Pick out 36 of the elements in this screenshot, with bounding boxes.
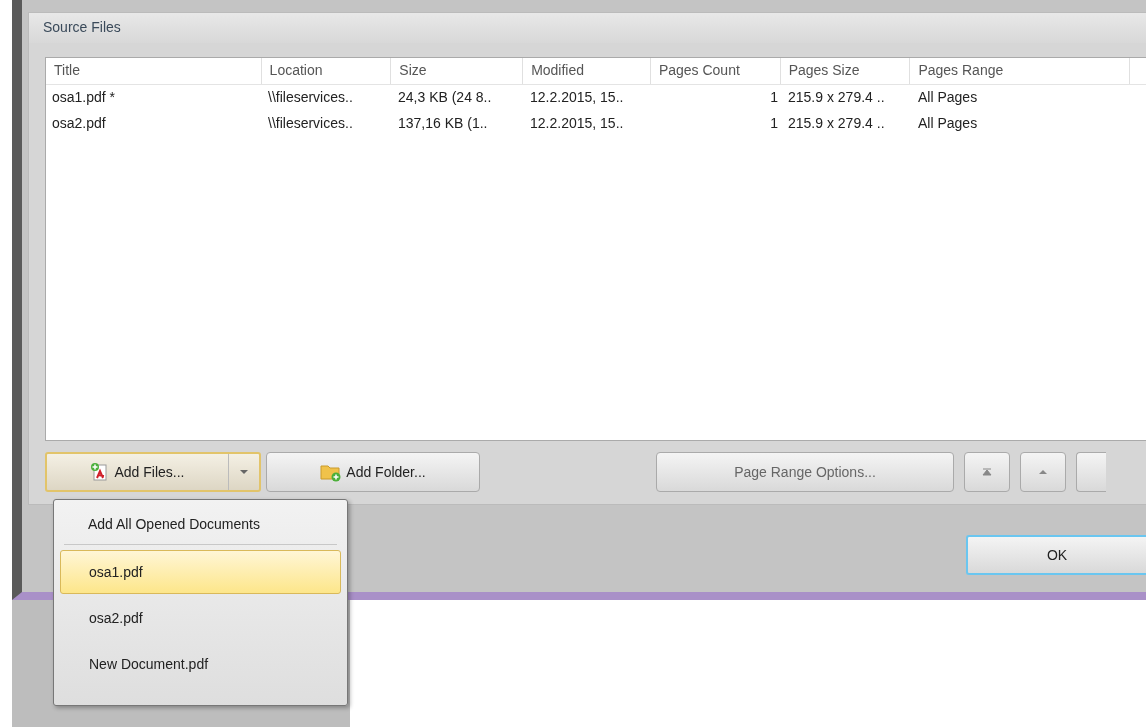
caret-icon: [239, 469, 249, 475]
menu-item[interactable]: New Document.pdf: [60, 642, 341, 686]
table-cell-text: 1: [769, 88, 779, 107]
column-header[interactable]: Pages Size: [780, 58, 911, 84]
column-header[interactable]: Modified: [523, 58, 651, 84]
group-title: Source Files: [29, 13, 1146, 43]
table-cell-text: osa2.pdf: [51, 114, 107, 133]
column-header[interactable]: Location: [261, 58, 392, 84]
move-top-icon: [982, 468, 992, 476]
table-cell-text: 137,16 KB (1..: [397, 114, 489, 133]
menu-item[interactable]: osa2.pdf: [60, 596, 341, 640]
column-header[interactable]: Title: [46, 58, 262, 84]
add-files-button[interactable]: Add Files...: [45, 452, 261, 492]
column-header[interactable]: Size: [391, 58, 524, 84]
move-top-button[interactable]: [964, 452, 1010, 492]
table-cell-text: 1: [769, 114, 779, 133]
column-header[interactable]: Pages Range: [910, 58, 1130, 84]
table-cell-text: 24,3 KB (24 8..: [397, 88, 493, 107]
table-cell-text: \\fileservices..: [267, 114, 354, 133]
table-cell-text: 12.2.2015, 15..: [529, 114, 625, 133]
move-down-button[interactable]: [1076, 452, 1106, 492]
ok-button[interactable]: OK: [966, 535, 1146, 575]
menu-item[interactable]: Add All Opened Documents: [60, 506, 341, 542]
column-header[interactable]: Pages Count: [650, 58, 781, 84]
table-cell-text: 215.9 x 279.4 ..: [787, 114, 886, 133]
folder-add-icon: [320, 462, 343, 482]
add-folder-button[interactable]: Add Folder...: [266, 452, 480, 492]
table-cell-text: 12.2.2015, 15..: [529, 88, 625, 107]
table-cell-text: All Pages: [917, 88, 979, 107]
table-cell-text: osa1.pdf *: [51, 88, 117, 107]
table-cell-text: All Pages: [917, 114, 979, 133]
move-up-button[interactable]: [1020, 452, 1066, 492]
table-cell-text: 215.9 x 279.4 ..: [787, 88, 886, 107]
menu-item[interactable]: osa1.pdf: [60, 550, 341, 594]
table-cell-text: \\fileservices..: [267, 88, 354, 107]
move-up-icon: [1038, 469, 1048, 475]
